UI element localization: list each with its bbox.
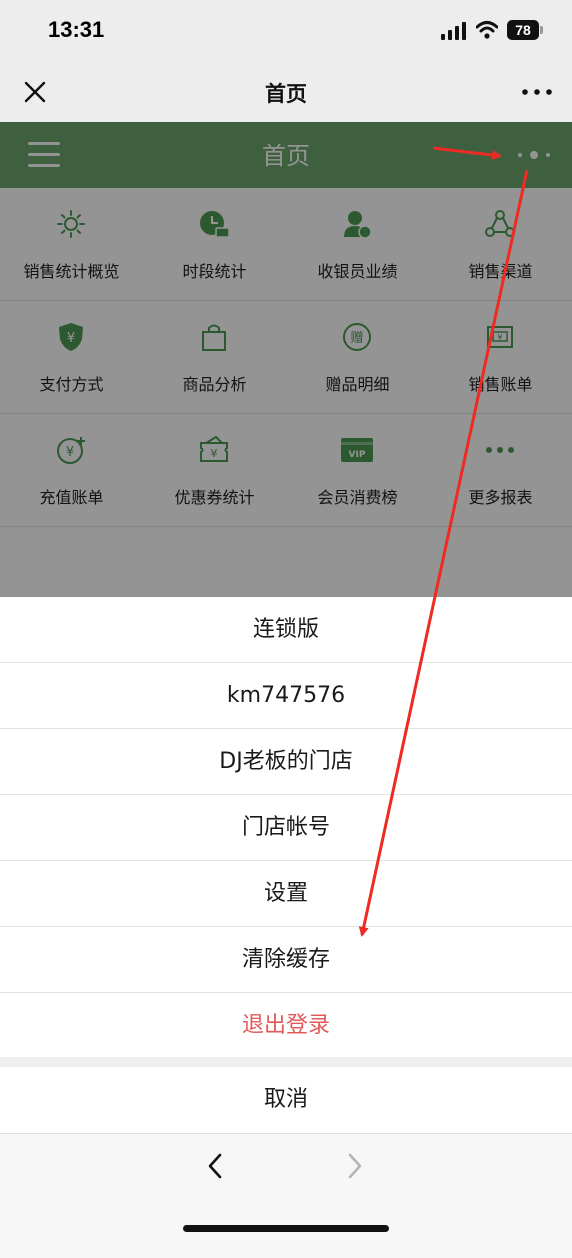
status-bar: 13:31 78 bbox=[0, 0, 572, 62]
sheet-divider bbox=[0, 1057, 572, 1067]
battery-level: 78 bbox=[507, 20, 539, 40]
sheet-item-settings[interactable]: 设置 bbox=[0, 861, 572, 927]
sheet-item-clear-cache[interactable]: 清除缓存 bbox=[0, 927, 572, 993]
sheet-item-account-id[interactable]: km747576 bbox=[0, 663, 572, 729]
action-sheet: 连锁版 km747576 DJ老板的门店 门店帐号 设置 清除缓存 退出登录 取… bbox=[0, 597, 572, 1258]
home-indicator[interactable] bbox=[183, 1225, 389, 1232]
sheet-item-logout[interactable]: 退出登录 bbox=[0, 993, 572, 1059]
signal-icon bbox=[441, 22, 466, 40]
cancel-button[interactable]: 取消 bbox=[0, 1067, 572, 1133]
modal-overlay[interactable] bbox=[0, 122, 572, 597]
webview-title-bar: 首页 bbox=[0, 62, 572, 122]
status-time: 13:31 bbox=[48, 17, 105, 42]
wifi-icon bbox=[476, 21, 498, 39]
sheet-item-store-name[interactable]: DJ老板的门店 bbox=[0, 729, 572, 795]
page-title: 首页 bbox=[265, 82, 307, 106]
more-icon[interactable] bbox=[520, 79, 554, 105]
chevron-right-icon[interactable] bbox=[344, 1152, 366, 1180]
battery-icon: 78 bbox=[507, 20, 543, 40]
sheet-item-store-account[interactable]: 门店帐号 bbox=[0, 795, 572, 861]
chevron-left-icon[interactable] bbox=[204, 1152, 226, 1180]
sheet-item-edition[interactable]: 连锁版 bbox=[0, 597, 572, 663]
browser-toolbar bbox=[0, 1133, 572, 1258]
